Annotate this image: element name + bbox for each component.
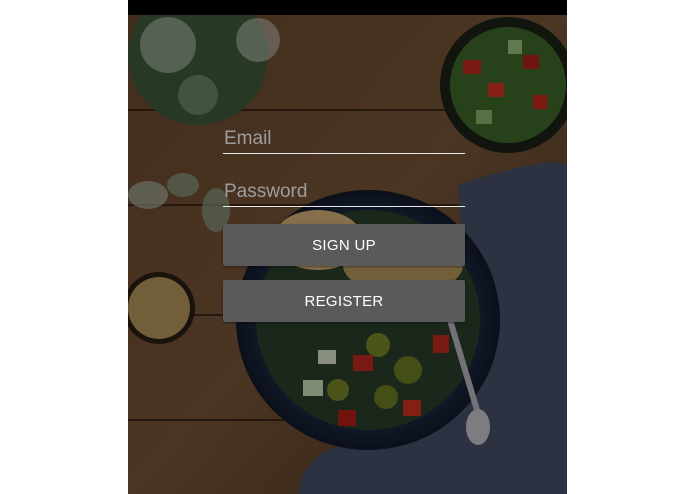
email-field[interactable] — [223, 124, 465, 154]
login-form: SIGN UP REGISTER — [128, 0, 567, 494]
status-bar — [128, 0, 567, 15]
password-field[interactable] — [223, 177, 465, 207]
app-screen: SIGN UP REGISTER — [128, 0, 567, 494]
sign-up-button[interactable]: SIGN UP — [223, 224, 465, 266]
register-button[interactable]: REGISTER — [223, 280, 465, 322]
